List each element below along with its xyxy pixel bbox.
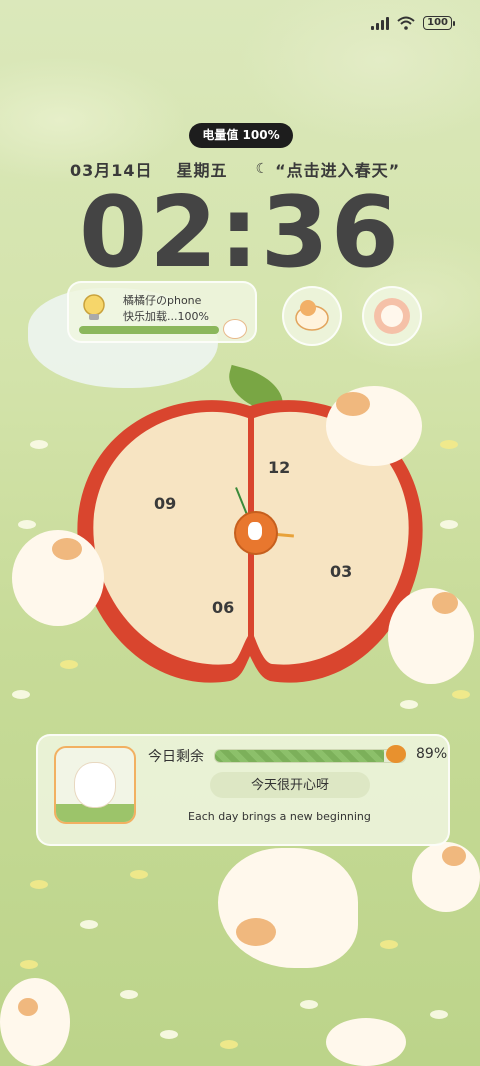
orange-ball-icon [386, 745, 406, 763]
cat-illustration [326, 386, 422, 466]
daily-widget[interactable]: 今日剩余 89% 今天很开心呀 Each day brings a new be… [36, 734, 450, 846]
day-progress-bar [214, 749, 406, 763]
clock-number-9: 09 [154, 494, 177, 513]
cat-illustration [12, 530, 104, 626]
cat-flower-icon [374, 298, 410, 334]
widget-progress-bar [79, 326, 219, 334]
cat-shortcut-2[interactable] [362, 286, 422, 346]
quote-text: Each day brings a new beginning [188, 810, 371, 823]
clock-center-orange [234, 511, 278, 555]
battery-pill: 电量值 100% [189, 123, 293, 148]
battery-icon: 100 [423, 16, 455, 30]
lock-clock: 02:36 [79, 176, 401, 290]
day-percent: 89% [416, 746, 448, 762]
lightbulb-icon [83, 294, 105, 320]
cat-illustration [388, 588, 474, 684]
cat-illustration [326, 1018, 406, 1066]
day-remaining-label: 今日剩余 [148, 749, 204, 765]
widget-title: 橘橘仔のphone [123, 294, 202, 307]
clock-number-3: 03 [330, 562, 353, 581]
widget-status: 快乐加载...100% [123, 310, 209, 323]
wifi-icon [397, 16, 415, 30]
clock-number-12: 12 [268, 458, 291, 477]
cat-shortcut-1[interactable] [282, 286, 342, 346]
cat-sticker-icon [223, 319, 247, 339]
status-bar: 100 [371, 16, 455, 30]
sleeping-cat-icon [295, 300, 329, 331]
happy-button[interactable]: 今天很开心呀 [210, 772, 370, 798]
cat-photo [54, 746, 136, 824]
progress-widget[interactable]: 橘橘仔のphone 快乐加载...100% [67, 281, 257, 343]
cat-illustration [0, 978, 70, 1066]
clock-number-6: 06 [212, 598, 235, 617]
moon-icon: ☾ [255, 161, 270, 177]
signal-icon [371, 16, 390, 30]
cat-illustration [412, 842, 480, 912]
